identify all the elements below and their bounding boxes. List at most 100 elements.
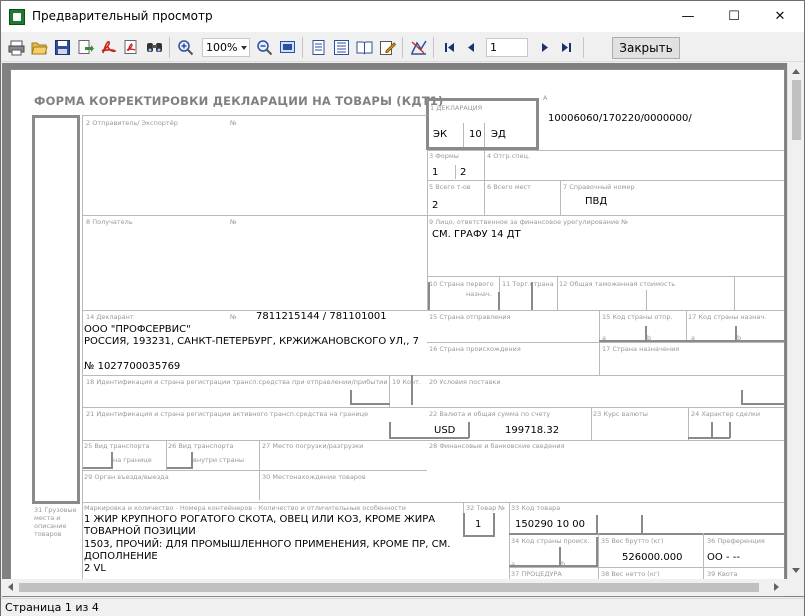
box-39-label: 39 Квота [707,570,738,578]
toolbar-separator [583,37,584,58]
next-page-icon[interactable] [536,39,553,56]
box-28-label: 28 Финансовые и банковские сведения [429,442,565,450]
save-icon[interactable] [54,39,71,56]
page-number-input[interactable]: 1 [486,38,528,57]
scroll-left-icon[interactable] [8,583,13,591]
box-17-label: 17 Страна назначения [602,345,680,353]
box-9-label: 9 Лицо, ответственное за финансовое урег… [429,218,628,226]
box-17a-bracket [735,326,737,341]
zoom-in-icon[interactable] [177,39,194,56]
scroll-right-icon[interactable] [774,583,779,591]
box-17a-label: 17 Код страны назнач. [688,313,767,321]
box-3-label: 3 Формы [429,152,459,160]
box-15-label: 15 Страна отправления [429,313,511,321]
print-icon[interactable] [8,39,25,56]
grid-line [82,470,427,471]
box-15a-bracket [645,326,647,341]
box-15a-label: 15 Код страны отпр. [602,313,673,321]
divider [166,440,167,470]
find-icon[interactable] [146,39,163,56]
box-25-label-2: на границе [113,456,152,464]
scroll-up-icon[interactable] [792,69,800,74]
design-icon[interactable] [410,39,427,56]
close-window-button[interactable]: ✕ [757,1,803,32]
box-16-label: 16 Страна происхождения [429,345,521,353]
minimize-button[interactable]: — [665,1,711,32]
box-6-label: 6 Всего мест [487,183,531,191]
box-24-underline [688,437,730,439]
box-29-label: 29 Орган въезда/выезда [84,473,169,481]
box-8-no: № [230,218,237,226]
vertical-scrollbar[interactable] [787,63,804,579]
box-25-bracket [111,452,113,468]
box-1-label: 1 ДЕКЛАРАЦИЯ [430,104,483,112]
grid-line [427,150,784,151]
box-31-header: Маркировка и количество - Номера контейн… [84,504,406,512]
box-22-currency: USD [434,425,456,436]
zoom-value: 100% [206,41,238,54]
grid-line [82,502,784,503]
divider [591,407,592,440]
toolbar: 100% 1 Закрыть [1,32,804,62]
multi-page-icon[interactable] [333,39,350,56]
box-18-label: 18 Идентификация и страна регистрации тр… [86,378,388,386]
document-viewport[interactable]: ФОРМА КОРРЕКТИРОВКИ ДЕКЛАРАЦИИ НА ТОВАРЫ… [2,63,804,597]
divider [646,290,647,310]
horizontal-scrollbar[interactable] [2,579,787,596]
box-35-label: 35 Вес брутто (кг) [601,537,664,545]
toolbar-separator [169,37,170,58]
box-18-bracket [350,390,352,404]
grid-line [82,375,784,376]
box-22-underline [427,437,469,439]
box-24-label: 24 Характер сделки [691,410,761,418]
box-8-label: 8 Получатель [86,218,133,226]
box-21-underline [389,437,427,439]
box-31-label-2: места и [34,514,61,522]
declaration-form: ФОРМА КОРРЕКТИРОВКИ ДЕКЛАРАЦИИ НА ТОВАРЫ… [11,70,784,596]
box-5-label: 5 Всего т-ов [429,183,471,191]
maximize-button[interactable]: ☐ [711,1,757,32]
vertical-scroll-thumb[interactable] [792,80,801,140]
divider [734,276,735,310]
horizontal-scroll-thumb[interactable] [19,583,759,592]
scroll-down-icon[interactable] [792,568,800,573]
box-26-label-2: внутри страны [193,456,244,464]
single-page-icon[interactable] [310,39,327,56]
open-icon[interactable] [31,39,48,56]
divider [686,310,687,340]
preview-window: Предварительный просмотр — ☐ ✕ 100% 1 За… [0,0,805,616]
box-11-bracket [531,282,533,310]
grid-line [82,407,784,408]
box-31-label-1: 31 Грузовые [34,506,77,514]
prev-page-icon[interactable] [463,39,480,56]
box-32-label: 32 Товар № [466,504,506,512]
box-14-label: 14 Декларант [86,313,134,321]
close-icon: ✕ [774,9,786,24]
divider [455,165,456,179]
grid-line [82,440,784,441]
export-pdf-icon[interactable] [123,39,140,56]
zoom-out-icon[interactable] [256,39,273,56]
page-status: Страница 1 из 4 [5,601,99,614]
scrollbar-corner [787,579,804,596]
last-page-icon[interactable] [558,39,575,56]
zoom-select[interactable]: 100% [202,38,250,57]
box-12-label: 12 Общая таможенная стоимость [559,280,676,288]
edit-icon[interactable] [379,39,396,56]
box-3-value-2: 2 [460,167,467,178]
page-number-value: 1 [490,41,497,54]
export-icon[interactable] [77,39,94,56]
maximize-icon: ☐ [728,9,740,24]
close-button[interactable]: Закрыть [612,37,680,59]
first-page-icon[interactable] [441,39,458,56]
book-icon[interactable] [356,39,373,56]
box-10-bracket [498,292,500,310]
divider [509,502,510,586]
box-1-value-3: ЭД [491,129,506,140]
toolbar-separator [433,37,434,58]
graph-31-frame [32,115,80,504]
box-33-bracket [596,515,598,534]
box-18-underline [350,403,390,405]
page-view-icon[interactable] [279,39,296,56]
pdf-icon[interactable] [100,39,117,56]
